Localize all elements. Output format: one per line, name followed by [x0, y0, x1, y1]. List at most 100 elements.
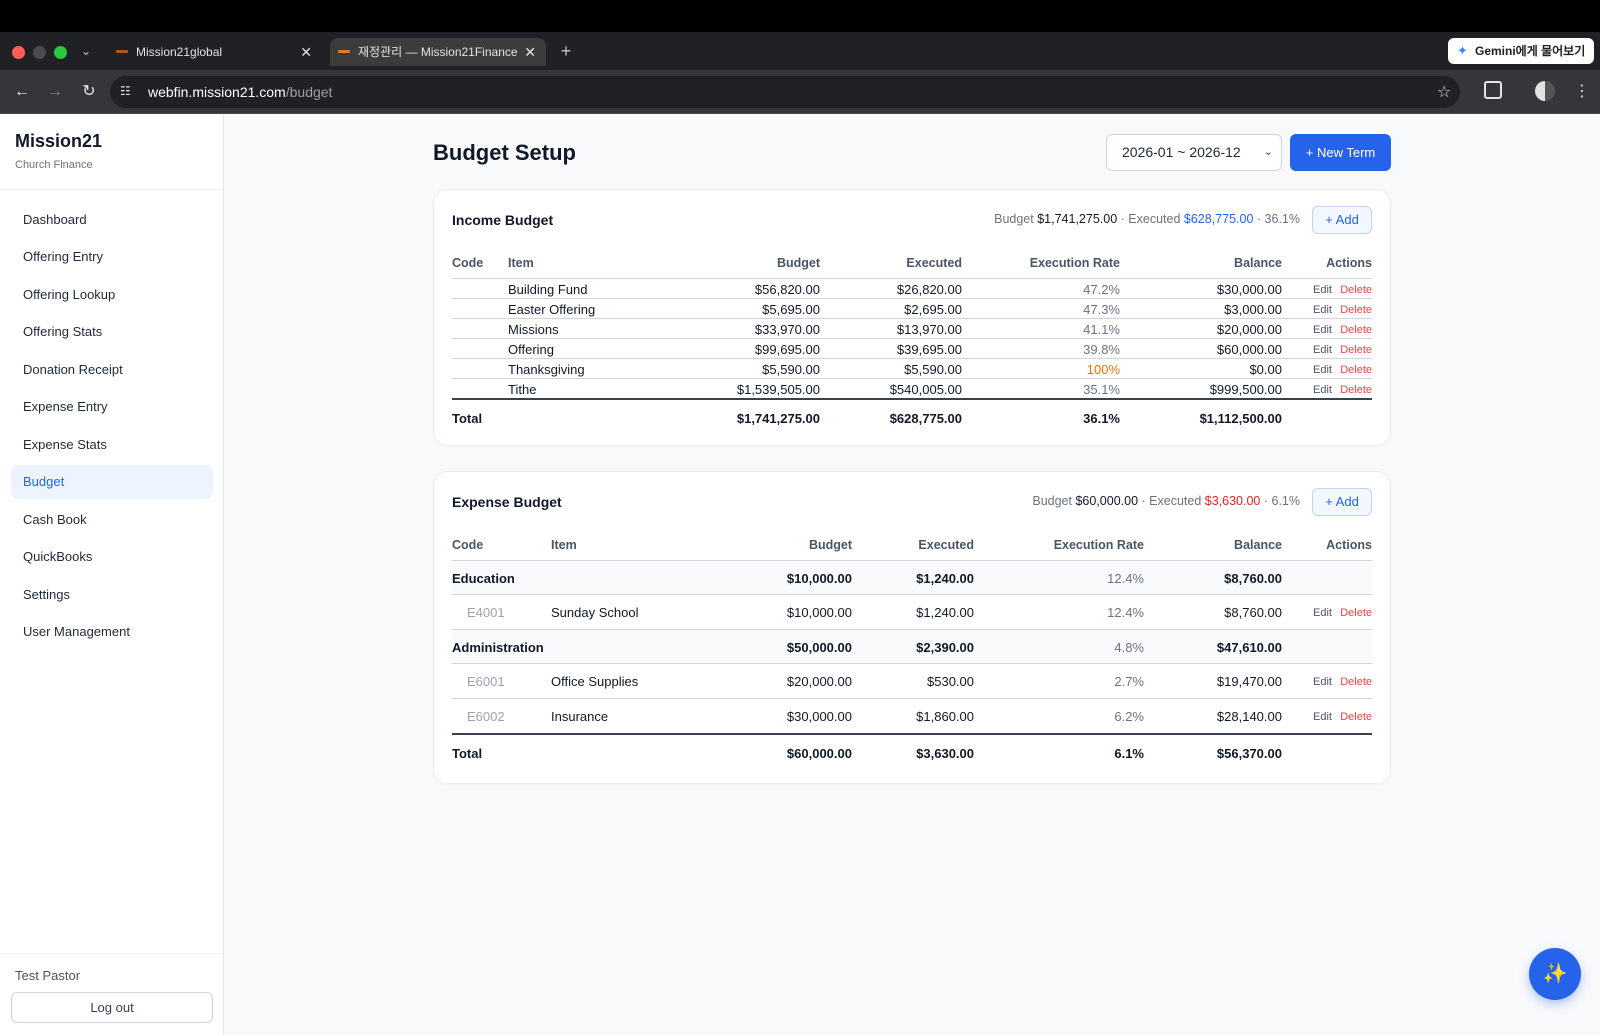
row-budget: $5,695.00 [762, 302, 820, 317]
row-execution-rate: 41.1% [1083, 322, 1120, 337]
edit-button[interactable]: Edit [1313, 364, 1332, 376]
sidebar-item-offering-entry[interactable]: Offering Entry [11, 240, 213, 274]
logout-button[interactable]: Log out [11, 992, 213, 1023]
add-income-item-button[interactable]: + Add [1312, 206, 1372, 234]
add-expense-item-button[interactable]: + Add [1312, 488, 1372, 516]
window-close-button[interactable] [12, 46, 25, 59]
tab-close-icon[interactable]: ✕ [524, 38, 536, 66]
ai-assistant-button[interactable]: ✨ [1529, 948, 1581, 1000]
row-executed: $540,005.00 [889, 382, 962, 397]
edit-button[interactable]: Edit [1313, 344, 1332, 356]
sidebar-item-budget[interactable]: Budget [11, 465, 213, 499]
tab-search-chevron-icon[interactable]: ⌄ [78, 41, 94, 61]
tab-close-icon[interactable]: ✕ [300, 38, 312, 66]
table-row: Building Fund $56,820.00 $26,820.00 47.2… [452, 279, 1372, 298]
total-budget: $60,000.00 [786, 746, 852, 761]
sidebar-item-dashboard[interactable]: Dashboard [11, 203, 213, 237]
page-title: Budget Setup [433, 140, 576, 165]
table-row: E6001 Office Supplies $20,000.00 $530.00… [452, 664, 1372, 698]
group-balance: $8,760.00 [1224, 571, 1282, 586]
row-executed: $5,590.00 [904, 362, 962, 377]
edit-button[interactable]: Edit [1313, 711, 1332, 723]
table-row: Easter Offering $5,695.00 $2,695.00 47.3… [452, 299, 1372, 318]
url-field[interactable]: ☷ webfin.mission21.com/budget [110, 76, 1460, 108]
sidebar-item-user-management[interactable]: User Management [11, 615, 213, 649]
reload-icon[interactable]: ↻ [79, 82, 99, 102]
sidebar-item-expense-stats[interactable]: Expense Stats [11, 428, 213, 462]
browser-tab-finance[interactable]: 재정관리 — Mission21Finance ✕ [330, 38, 546, 66]
sidebar-item-offering-stats[interactable]: Offering Stats [11, 315, 213, 349]
sparkle-icon: ✨ [1542, 963, 1568, 985]
group-execution-rate: 12.4% [1107, 571, 1144, 586]
total-label: Total [452, 411, 483, 426]
address-bar: ← → ↻ ☷ webfin.mission21.com/budget ☆ ⋮ [0, 70, 1600, 114]
delete-button[interactable]: Delete [1340, 344, 1372, 356]
group-row: Education $10,000.00 $1,240.00 12.4% $8,… [452, 561, 1372, 594]
profile-avatar-icon[interactable] [1535, 81, 1555, 101]
row-item: Building Fund [508, 282, 588, 297]
column-header-actions: Actions [1326, 256, 1372, 270]
sidebar-item-settings[interactable]: Settings [11, 578, 213, 612]
summary-rate: · 6.1% [1263, 494, 1300, 508]
summary-executed-label: · Executed [1141, 494, 1202, 508]
site-info-icon[interactable]: ☷ [120, 84, 131, 98]
row-item: Easter Offering [508, 302, 596, 317]
back-arrow-icon[interactable]: ← [12, 82, 32, 102]
bookmark-star-icon[interactable]: ☆ [1437, 82, 1451, 102]
column-header-execution-rate: Execution Rate [1029, 256, 1120, 270]
group-budget: $10,000.00 [786, 571, 852, 586]
row-execution-rate: 12.4% [1107, 605, 1144, 620]
window-maximize-button[interactable] [54, 46, 67, 59]
summary-budget-label: Budget [994, 212, 1034, 226]
edit-button[interactable]: Edit [1313, 324, 1332, 336]
delete-button[interactable]: Delete [1340, 304, 1372, 316]
url-text: webfin.mission21.com/budget [148, 76, 332, 108]
delete-button[interactable]: Delete [1340, 711, 1372, 723]
row-balance: $999,500.00 [1209, 382, 1282, 397]
sidebar-item-donation-receipt[interactable]: Donation Receipt [11, 353, 213, 387]
row-budget: $20,000.00 [786, 674, 852, 689]
sidebar-item-quickbooks[interactable]: QuickBooks [11, 540, 213, 574]
expense-budget-card: Expense Budget Budget $60,000.00 · Execu… [433, 471, 1391, 784]
row-executed: $13,970.00 [896, 322, 962, 337]
column-header-code: Code [452, 538, 484, 552]
summary-budget-value: $60,000.00 [1075, 494, 1139, 508]
os-menu-bar [0, 0, 1600, 32]
row-balance: $28,140.00 [1216, 709, 1282, 724]
delete-button[interactable]: Delete [1340, 384, 1372, 396]
row-balance: $30,000.00 [1216, 282, 1282, 297]
delete-button[interactable]: Delete [1340, 607, 1372, 619]
term-select[interactable]: 2026-01 ~ 2026-12 ⌄ [1106, 134, 1282, 171]
sidebar-item-cash-book[interactable]: Cash Book [11, 503, 213, 537]
forward-arrow-icon[interactable]: → [45, 82, 65, 102]
new-tab-plus-icon[interactable]: + [556, 38, 576, 64]
gemini-ask-button[interactable]: ✦ Gemini에게 물어보기 [1448, 38, 1594, 64]
extensions-puzzle-icon[interactable] [1484, 81, 1502, 99]
window-minimize-button[interactable] [33, 46, 46, 59]
delete-button[interactable]: Delete [1340, 676, 1372, 688]
new-term-button[interactable]: + New Term [1290, 134, 1391, 171]
brand-title: Mission21 [15, 131, 103, 151]
group-row: Administration $50,000.00 $2,390.00 4.8%… [452, 630, 1372, 663]
sidebar-item-expense-entry[interactable]: Expense Entry [11, 390, 213, 424]
delete-button[interactable]: Delete [1340, 324, 1372, 336]
edit-button[interactable]: Edit [1313, 676, 1332, 688]
chevron-down-icon: ⌄ [1263, 146, 1273, 158]
income-summary: Budget $1,741,275.00 · Executed $628,775… [994, 212, 1300, 226]
delete-button[interactable]: Delete [1340, 284, 1372, 296]
edit-button[interactable]: Edit [1313, 304, 1332, 316]
gemini-ask-label: Gemini에게 물어보기 [1475, 44, 1586, 58]
row-execution-rate: 35.1% [1083, 382, 1120, 397]
column-header-balance: Balance [1234, 538, 1282, 552]
browser-menu-kebab-icon[interactable]: ⋮ [1574, 81, 1590, 101]
sidebar-item-offering-lookup[interactable]: Offering Lookup [11, 278, 213, 312]
gemini-sparkle-icon: ✦ [1457, 43, 1468, 58]
income-budget-card: Income Budget Budget $1,741,275.00 · Exe… [433, 189, 1391, 446]
edit-button[interactable]: Edit [1313, 384, 1332, 396]
delete-button[interactable]: Delete [1340, 364, 1372, 376]
edit-button[interactable]: Edit [1313, 607, 1332, 619]
sidebar-divider [0, 189, 223, 190]
edit-button[interactable]: Edit [1313, 284, 1332, 296]
browser-tab-mission21global[interactable]: Mission21global ✕ [108, 38, 322, 66]
app-root: Mission21 Church Finance Dashboard Offer… [0, 114, 1600, 1035]
